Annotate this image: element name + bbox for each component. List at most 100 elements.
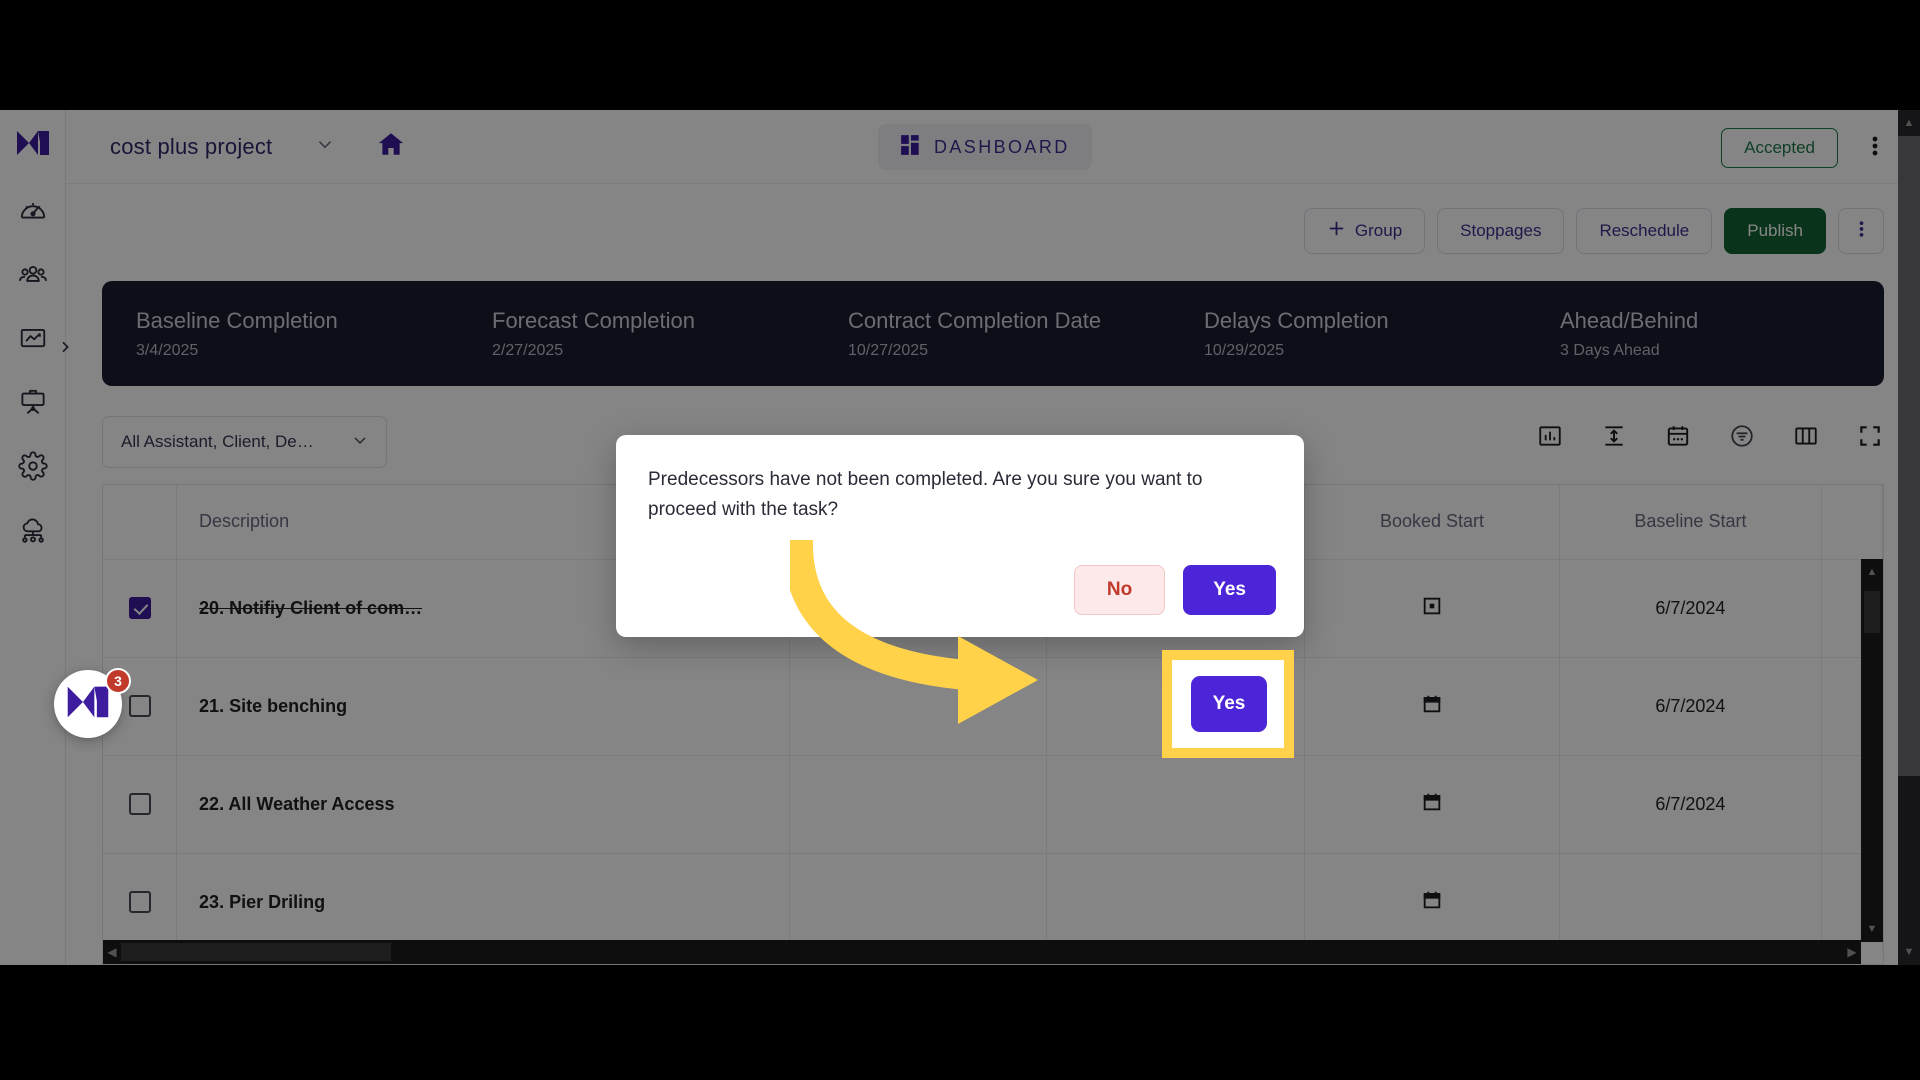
no-button[interactable]: No	[1073, 565, 1166, 615]
sidebar-expand-button[interactable]	[56, 340, 74, 358]
sidebar-item-settings[interactable]	[0, 434, 66, 498]
booked-start-cell[interactable]	[1304, 656, 1561, 755]
table-row[interactable]: 21. Site benching 6/7/2024	[103, 656, 1883, 755]
row-height-icon[interactable]	[1600, 422, 1628, 450]
project-selector-button[interactable]	[314, 133, 336, 160]
filter-circle-icon[interactable]	[1728, 422, 1756, 450]
column-header-blank-3[interactable]	[1821, 485, 1883, 559]
task-description[interactable]: 23. Pier Driling	[176, 852, 790, 951]
top-bar: cost plus project DASHBOARD Accepted	[66, 110, 1920, 184]
sidebar-item-integrations[interactable]	[0, 498, 66, 562]
task-description[interactable]: 21. Site benching	[176, 656, 790, 755]
columns-icon[interactable]	[1792, 422, 1820, 450]
row-checkbox[interactable]	[128, 695, 151, 718]
row-checkbox[interactable]	[128, 891, 151, 914]
scroll-left-arrow-icon[interactable]: ◀	[103, 940, 121, 964]
project-name[interactable]: cost plus project	[110, 134, 272, 160]
scroll-down-arrow-icon[interactable]: ▼	[1861, 918, 1883, 940]
table-horizontal-scrollbar[interactable]: ◀ ▶	[103, 940, 1861, 964]
table-vertical-scrollbar[interactable]: ▲ ▼	[1861, 559, 1883, 942]
calendar-icon[interactable]	[1664, 422, 1692, 450]
home-icon	[376, 130, 406, 163]
chevron-down-icon	[350, 430, 370, 455]
baseline-start-cell: 6/7/2024	[1559, 558, 1822, 657]
assignee-filter-select[interactable]: All Assistant, Client, De…	[102, 416, 387, 468]
status-badge-accepted[interactable]: Accepted	[1721, 128, 1838, 168]
kpi-value: 2/27/2025	[492, 341, 564, 359]
row-checkbox-cell[interactable]	[103, 754, 178, 853]
kpi-value: 10/29/2025	[1204, 341, 1285, 359]
dashboard-tab[interactable]: DASHBOARD	[878, 124, 1092, 170]
cloud-network-icon	[18, 515, 48, 545]
yes-button-highlighted[interactable]: Yes	[1191, 676, 1267, 732]
mastt-logo-icon	[66, 683, 110, 726]
baseline-start-cell	[1559, 852, 1822, 951]
action-more-button[interactable]	[1838, 208, 1884, 254]
sidebar-item-dashboard-gauge[interactable]	[0, 178, 66, 242]
calendar-filled-icon[interactable]	[1421, 597, 1443, 621]
row-checkbox[interactable]	[128, 597, 151, 620]
bar-chart-icon[interactable]	[1536, 422, 1564, 450]
column-header-booked-start[interactable]: Booked Start	[1304, 485, 1561, 559]
row-checkbox-cell[interactable]	[103, 558, 178, 657]
more-vertical-icon	[1872, 136, 1878, 162]
page-scroll-thumb[interactable]	[1898, 136, 1920, 776]
page-scroll-up-icon[interactable]: ▲	[1898, 112, 1920, 134]
table-row[interactable]: 22. All Weather Access 6/7/2024	[103, 754, 1883, 853]
confirm-dialog-message: Predecessors have not been completed. Ar…	[648, 469, 1203, 520]
topbar-more-button[interactable]	[1872, 134, 1878, 163]
booked-start-cell[interactable]	[1304, 754, 1561, 853]
assignee-filter-value: All Assistant, Client, De…	[121, 432, 314, 451]
kpi-card: Forecast Completion 2/27/2025	[460, 308, 816, 360]
row-checkbox[interactable]	[128, 793, 151, 816]
kpi-label: Delays Completion	[1204, 307, 1389, 333]
column-header-select[interactable]	[103, 485, 178, 559]
baseline-start-cell: 6/7/2024	[1559, 656, 1822, 755]
kpi-card: Ahead/Behind 3 Days Ahead	[1528, 308, 1884, 360]
page-scroll-down-icon[interactable]: ▼	[1898, 941, 1920, 963]
gauge-icon	[18, 195, 48, 225]
action-toolbar: Group Stoppages Reschedule Publish	[1303, 208, 1884, 254]
kpi-label: Baseline Completion	[136, 307, 338, 333]
horizontal-scroll-thumb[interactable]	[121, 943, 391, 961]
kpi-card: Baseline Completion 3/4/2025	[102, 308, 460, 360]
kpi-label: Forecast Completion	[492, 307, 695, 333]
cell-blank-1	[789, 656, 1048, 755]
calendar-icon[interactable]	[1421, 695, 1443, 719]
sidebar-item-presentation[interactable]	[0, 370, 66, 434]
more-vertical-icon	[1859, 219, 1864, 244]
calendar-icon[interactable]	[1421, 891, 1443, 915]
scroll-up-arrow-icon[interactable]: ▲	[1861, 561, 1883, 583]
confirm-dialog-buttons: No Yes	[1073, 565, 1276, 615]
stoppages-button[interactable]: Stoppages	[1437, 208, 1565, 254]
task-description[interactable]: 22. All Weather Access	[176, 754, 790, 853]
mastt-logo-icon[interactable]	[12, 122, 54, 164]
reschedule-button[interactable]: Reschedule	[1576, 208, 1713, 254]
kpi-strip: Baseline Completion 3/4/2025 Forecast Co…	[102, 281, 1884, 386]
sidebar-nav	[0, 178, 66, 562]
add-group-button[interactable]: Group	[1303, 208, 1426, 254]
vertical-scroll-thumb[interactable]	[1864, 591, 1880, 633]
left-sidebar	[0, 110, 66, 965]
sidebar-item-team[interactable]	[0, 242, 66, 306]
kpi-label: Contract Completion Date	[848, 307, 1102, 333]
calendar-icon[interactable]	[1421, 793, 1443, 817]
screenshot-stage: cost plus project DASHBOARD Accepted Gro…	[0, 0, 1920, 1080]
scroll-right-arrow-icon[interactable]: ▶	[1843, 940, 1861, 964]
fullscreen-icon[interactable]	[1856, 422, 1884, 450]
kpi-value: 3 Days Ahead	[1560, 341, 1660, 359]
publish-button[interactable]: Publish	[1724, 208, 1826, 254]
chevron-right-icon	[57, 339, 73, 360]
grid-blocks-icon	[900, 134, 922, 161]
home-button[interactable]	[376, 130, 406, 163]
dashboard-tab-label: DASHBOARD	[934, 136, 1070, 157]
column-header-baseline-start[interactable]: Baseline Start	[1559, 485, 1822, 559]
booked-start-cell[interactable]	[1304, 852, 1561, 951]
page-scrollbar[interactable]: ▲ ▼	[1898, 110, 1920, 965]
booked-start-cell[interactable]	[1304, 558, 1561, 657]
row-checkbox-cell[interactable]	[103, 852, 178, 951]
confirm-dialog: Predecessors have not been completed. Ar…	[616, 435, 1304, 637]
chevron-down-icon	[314, 133, 336, 160]
table-row[interactable]: 23. Pier Driling	[103, 852, 1883, 951]
yes-button[interactable]: Yes	[1183, 565, 1276, 615]
